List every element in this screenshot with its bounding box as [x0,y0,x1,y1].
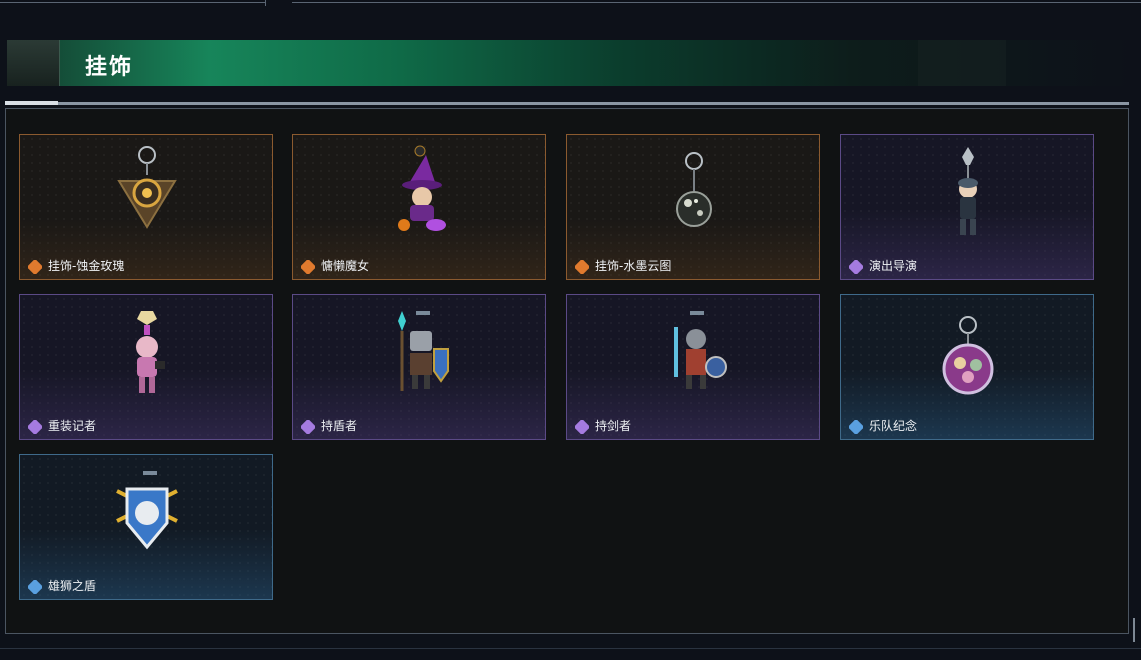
top-frame-notch [265,0,266,6]
rarity-orange-icon [299,258,317,276]
header-underline-accent [5,101,58,105]
rarity-purple-icon [847,258,865,276]
charm-label: 持盾者 [321,419,358,433]
bottom-frame-line [0,648,1141,649]
rarity-purple-icon [573,418,591,436]
section-header: 挂饰 [7,40,1132,86]
header-underline [5,102,1129,105]
rose-charm-icon [117,146,177,229]
rarity-purple-icon [26,418,44,436]
top-frame-line-right [292,2,1141,3]
charm-card-6[interactable]: 持盾者 [292,294,546,440]
top-frame-line-left [0,2,265,3]
charm-card-2[interactable]: 慵懒魔女 [292,134,546,280]
rarity-purple-icon [299,418,317,436]
director-charm-icon [958,147,978,235]
panel-corner-mark [1133,618,1135,642]
charm-card-1[interactable]: 挂饰-蚀金玫瑰 [19,134,273,280]
charm-card-4[interactable]: 演出导演 [840,134,1094,280]
charm-label: 挂饰-水墨云图 [595,259,672,273]
charm-card-9[interactable]: 雄狮之盾 [19,454,273,600]
page-title: 挂饰 [85,55,134,80]
reporter-charm-icon [136,311,165,393]
charm-label: 演出导演 [869,259,918,273]
rarity-orange-icon [26,258,44,276]
charm-card-3[interactable]: 挂饰-水墨云图 [566,134,820,280]
header-decoration [918,40,1006,86]
charm-card-5[interactable]: 重装记者 [19,294,273,440]
charm-card-7[interactable]: 持剑者 [566,294,820,440]
charm-label: 慵懒魔女 [321,259,370,273]
charm-label: 雄狮之盾 [48,579,97,593]
charm-label: 挂饰-蚀金玫瑰 [48,259,125,273]
rarity-blue-icon [26,578,44,596]
band-badge-charm-icon [942,316,994,395]
charm-label: 持剑者 [595,419,632,433]
charm-label: 重装记者 [48,419,97,433]
lion-shield-charm-icon [116,471,178,550]
rarity-blue-icon [847,418,865,436]
charm-card-8[interactable]: 乐队纪念 [840,294,1094,440]
ink-orb-charm-icon [676,152,712,227]
sword-knight-charm-icon [674,311,727,389]
charm-label: 乐队纪念 [869,419,918,433]
rarity-orange-icon [573,258,591,276]
header-tab-marker [7,40,60,86]
witch-charm-icon [398,145,446,231]
shield-knight-charm-icon [398,311,449,391]
